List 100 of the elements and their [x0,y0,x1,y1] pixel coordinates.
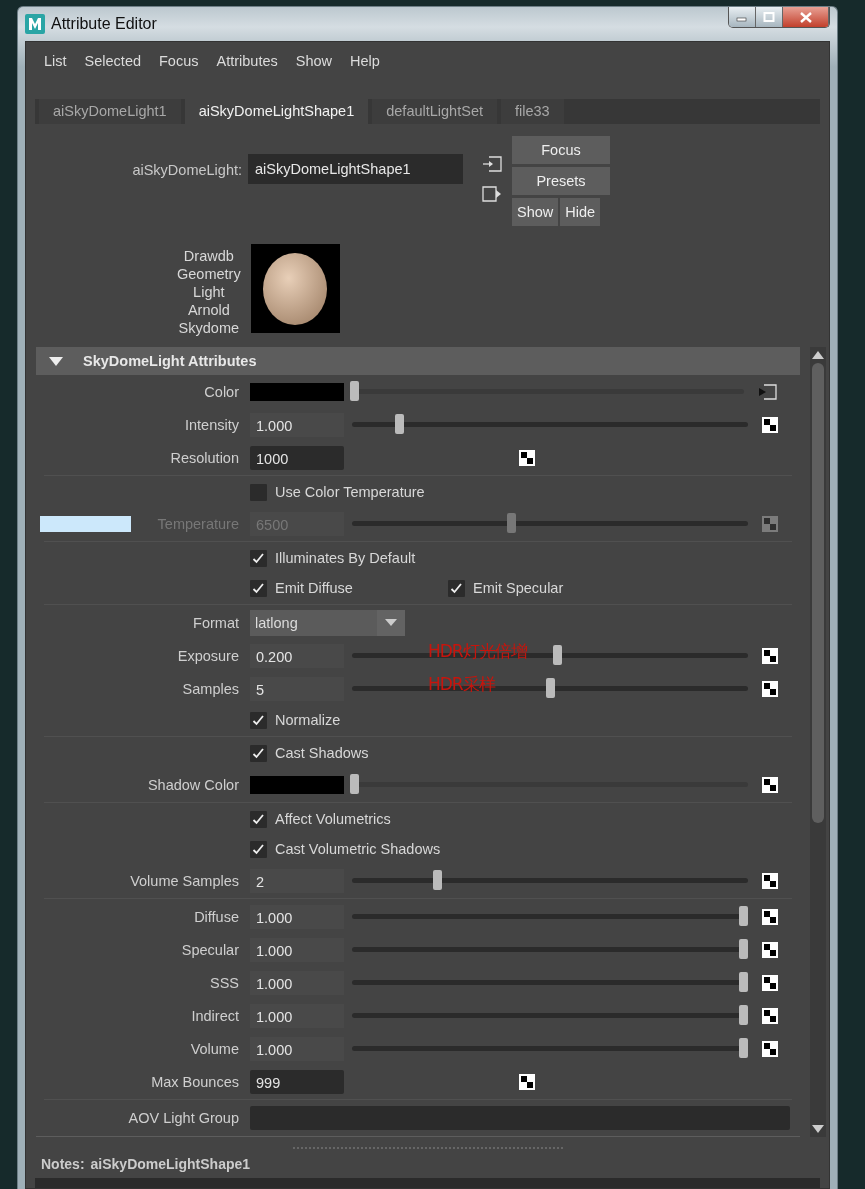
value-field[interactable]: 1.000 [250,904,344,929]
slider-thumb[interactable] [739,906,748,926]
attribute-label: AOV Light Group [128,1109,239,1126]
checkbox[interactable] [250,549,267,567]
attribute-label: Exposure [177,647,239,664]
attribute-label: Intensity [185,416,239,433]
slider-thumb[interactable] [739,1005,748,1025]
menu-item[interactable]: Attributes [208,53,286,69]
map-checker-icon[interactable] [762,1007,778,1024]
format-dropdown[interactable]: latlong [250,609,405,636]
value-field[interactable]: 5 [250,676,344,701]
value-field[interactable]: 1.000 [250,1036,344,1061]
map-checker-icon[interactable] [762,776,778,793]
slider-thumb[interactable] [433,870,443,890]
menu-item[interactable]: List [36,53,75,69]
color-swatch[interactable] [250,775,344,794]
checkbox-label[interactable]: Use Color Temperature [275,484,425,500]
checkbox-label[interactable]: Emit Diffuse [275,580,353,596]
annotation-text: HDR采样 [428,673,495,696]
notes-field[interactable] [35,1178,820,1188]
output-connection-icon[interactable] [481,185,503,203]
app-logo-icon [25,14,45,34]
value-field[interactable]: 1.000 [250,937,344,962]
attribute-label: Color [204,383,239,400]
attribute-label: SSS [210,974,239,991]
hide-button[interactable]: Hide [560,198,601,226]
slider-thumb[interactable] [739,939,748,959]
tab[interactable]: aiSkyDomeLightShape1 [184,99,369,124]
scroll-down-icon[interactable] [812,1125,824,1133]
map-checker-icon[interactable] [519,449,535,466]
checkbox[interactable] [250,579,267,597]
map-checker-icon[interactable] [762,941,778,958]
checkbox-label[interactable]: Emit Specular [473,580,564,596]
section-header[interactable]: SkyDomeLight Attributes [36,347,800,375]
checkbox-label[interactable]: Affect Volumetrics [275,811,391,827]
show-button[interactable]: Show [512,198,559,226]
checkbox[interactable] [250,744,267,762]
value-field[interactable]: 1.000 [250,970,344,995]
attribute-label: Volume [190,1040,239,1057]
value-field[interactable]: 999 [250,1069,344,1094]
input-connection-icon[interactable] [481,155,503,173]
map-checker-icon[interactable] [762,680,778,697]
presets-button[interactable]: Presets [512,167,610,195]
slider-thumb[interactable] [739,972,748,992]
attribute-label: Volume Samples [130,872,239,889]
checkbox[interactable] [448,579,465,597]
attribute-label: Diffuse [194,908,239,925]
value-field[interactable]: 0.200 [250,643,344,668]
tab[interactable]: aiSkyDomeLight1 [39,99,181,124]
attribute-label: Indirect [191,1007,239,1024]
slider-thumb[interactable] [350,774,359,794]
checkbox-label[interactable]: Cast Volumetric Shadows [275,841,441,857]
color-swatch[interactable] [250,382,344,401]
focus-button[interactable]: Focus [512,136,610,164]
slider-thumb[interactable] [553,645,563,665]
checkbox[interactable] [250,840,267,858]
map-checker-icon[interactable] [762,908,778,925]
scrollbar-thumb[interactable] [812,363,824,823]
maximize-icon [763,12,775,22]
attribute-label: Max Bounces [151,1073,239,1090]
value-field[interactable]: 1.000 [250,412,344,437]
value-field[interactable]: 1.000 [250,1003,344,1028]
attribute-label: Samples [182,680,239,697]
scroll-up-icon[interactable] [812,351,824,359]
slider-thumb[interactable] [394,414,404,434]
tab[interactable]: file33 [501,99,564,124]
map-checker-icon[interactable] [762,647,778,664]
close-icon [798,11,813,23]
checkbox[interactable] [250,483,267,501]
map-checker-icon[interactable] [762,974,778,991]
map-checker-icon[interactable] [762,1040,778,1057]
collapse-triangle-icon [49,356,63,366]
slider-thumb[interactable] [545,678,555,698]
resize-grip[interactable] [292,1147,563,1150]
node-name-field[interactable]: aiSkyDomeLightShape1 [248,154,463,184]
menu-item[interactable]: Selected [76,53,149,69]
checkbox-label[interactable]: Normalize [275,712,341,728]
scrollbar[interactable] [810,347,826,1137]
checkbox[interactable] [250,711,267,729]
input-connection-icon[interactable] [758,382,778,401]
map-checker-icon[interactable] [519,1073,535,1090]
tab[interactable]: defaultLightSet [372,99,497,124]
annotation-text: HDR灯光倍增 [428,640,527,663]
checkbox[interactable] [250,810,267,828]
slider-thumb[interactable] [350,381,359,401]
map-checker-icon[interactable] [762,416,778,433]
maximize-button[interactable] [756,7,783,27]
checkbox-label[interactable]: Illuminates By Default [275,550,416,566]
checkbox-label[interactable]: Cast Shadows [275,745,369,761]
close-button[interactable] [783,7,829,27]
minimize-button[interactable] [729,7,756,27]
text-field[interactable] [250,1105,790,1130]
menu-item[interactable]: Focus [151,53,207,69]
map-checker-icon[interactable] [762,872,778,889]
value-field[interactable]: 2 [250,868,344,893]
attribute-label: Shadow Color [147,776,239,793]
menu-item[interactable]: Help [342,53,388,69]
menu-item[interactable]: Show [287,53,341,69]
slider-thumb[interactable] [739,1038,748,1058]
value-field[interactable]: 1000 [250,445,344,470]
